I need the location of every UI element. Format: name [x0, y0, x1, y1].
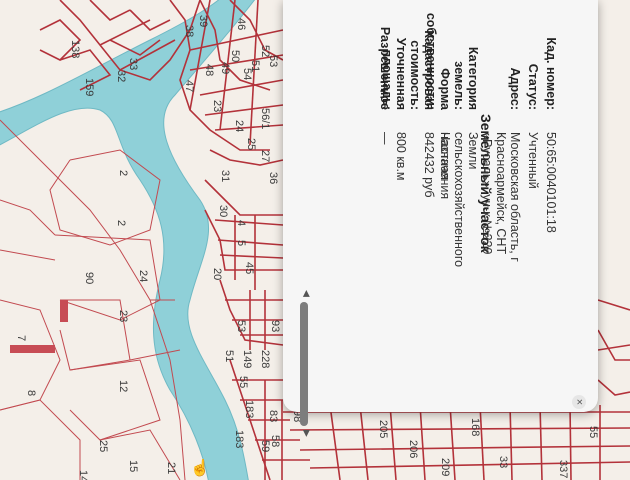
- parcel-number[interactable]: 206: [407, 440, 419, 458]
- parcel-number[interactable]: 183: [243, 400, 255, 418]
- horizontal-scrollbar[interactable]: ◀ ▶: [296, 290, 312, 440]
- parcel-number[interactable]: 25: [245, 138, 257, 150]
- attribute-key: Кадастровая стоимость:: [408, 30, 436, 110]
- parcel-number[interactable]: 56/1: [259, 108, 271, 129]
- attribute-value: —: [378, 132, 392, 145]
- scroll-left-icon[interactable]: ◀: [301, 290, 312, 297]
- parcel-number[interactable]: 48: [203, 64, 215, 76]
- parcel-number[interactable]: 51: [223, 350, 235, 362]
- parcel-number[interactable]: 53: [235, 320, 247, 332]
- attribute-value: Частная: [438, 132, 452, 180]
- scroll-track[interactable]: [300, 302, 308, 426]
- parcel-number[interactable]: 53: [267, 55, 279, 67]
- parcel-number[interactable]: 31: [219, 170, 231, 182]
- close-icon[interactable]: ×: [572, 395, 586, 409]
- parcel-number[interactable]: 24: [233, 120, 245, 132]
- attribute-value: 842432 руб: [422, 132, 436, 198]
- parcel-number[interactable]: 209: [439, 458, 451, 476]
- attribute-key: Кад. номер:: [544, 37, 558, 110]
- parcel-number[interactable]: 38: [183, 25, 195, 37]
- parcel-number[interactable]: 8: [25, 390, 37, 396]
- hand-cursor-icon: ☝: [190, 460, 210, 477]
- scroll-thumb[interactable]: [300, 302, 308, 426]
- parcel-info-popup: × Земельный участок Кад. номер: 50:65:004…: [283, 0, 598, 437]
- parcel-number[interactable]: 83: [267, 410, 279, 422]
- parcel-number[interactable]: 36: [267, 172, 279, 184]
- parcel-number[interactable]: 32: [115, 70, 127, 82]
- parcel-number[interactable]: 33: [127, 58, 139, 70]
- parcel-number[interactable]: 159: [83, 78, 95, 96]
- parcel-number[interactable]: 4: [235, 220, 247, 226]
- parcel-number[interactable]: 183: [233, 430, 245, 448]
- parcel-number[interactable]: 205: [377, 420, 389, 438]
- parcel-number[interactable]: 12: [117, 380, 129, 392]
- parcel-number[interactable]: 39: [197, 15, 209, 27]
- parcel-number[interactable]: 5: [235, 240, 247, 246]
- parcel-number[interactable]: 90: [83, 272, 95, 284]
- parcel-number[interactable]: 45: [243, 262, 255, 274]
- attribute-key: Разрешенное: [378, 26, 392, 110]
- parcel-number[interactable]: 23: [117, 310, 129, 322]
- parcel-number[interactable]: 138: [69, 40, 81, 58]
- attribute-value: Московская область, г Красноармейск, СНТ…: [480, 132, 522, 262]
- parcel-number[interactable]: 2: [117, 170, 129, 176]
- attribute-key: Статус:: [526, 63, 540, 110]
- parcel-number[interactable]: 55: [237, 376, 249, 388]
- parcel-number[interactable]: 46: [235, 18, 247, 30]
- attribute-value: Учтенный: [526, 132, 540, 189]
- parcel-number[interactable]: 47: [183, 80, 195, 92]
- parcel-number[interactable]: 30: [217, 205, 229, 217]
- parcel-number[interactable]: 20: [211, 268, 223, 280]
- parcel-number[interactable]: 15: [127, 460, 139, 472]
- parcel-number[interactable]: 27: [259, 150, 271, 162]
- attribute-value: 800 кв.м: [394, 132, 408, 181]
- parcel-number[interactable]: 24: [137, 270, 149, 282]
- attribute-value: 50:65:0040101:18: [544, 132, 558, 233]
- parcel-number[interactable]: 23: [211, 100, 223, 112]
- parcel-number[interactable]: 33: [497, 456, 509, 468]
- parcel-number[interactable]: 25: [97, 440, 109, 452]
- parcel-number[interactable]: 54: [241, 68, 253, 80]
- parcel-number[interactable]: 21: [165, 462, 177, 474]
- parcel-number[interactable]: 58: [269, 435, 281, 447]
- popup-content: × Земельный участок Кад. номер: 50:65:004…: [283, 0, 598, 437]
- parcel-number[interactable]: 2: [115, 220, 127, 226]
- attribute-key: Адрес:: [508, 67, 522, 111]
- parcel-number[interactable]: 149: [241, 350, 253, 368]
- scroll-right-icon[interactable]: ▶: [301, 430, 312, 437]
- parcel-number[interactable]: 50: [229, 50, 241, 62]
- parcel-number[interactable]: 55: [587, 426, 599, 438]
- parcel-number[interactable]: 7: [15, 335, 27, 341]
- parcel-number[interactable]: 228: [259, 350, 271, 368]
- parcel-number[interactable]: 14: [77, 470, 89, 480]
- parcel-number[interactable]: 168: [469, 418, 481, 436]
- parcel-number[interactable]: 337: [557, 460, 569, 478]
- parcel-number[interactable]: 93: [269, 320, 281, 332]
- attribute-key: Категория земель:: [452, 46, 480, 110]
- parcel-number[interactable]: 49: [219, 62, 231, 74]
